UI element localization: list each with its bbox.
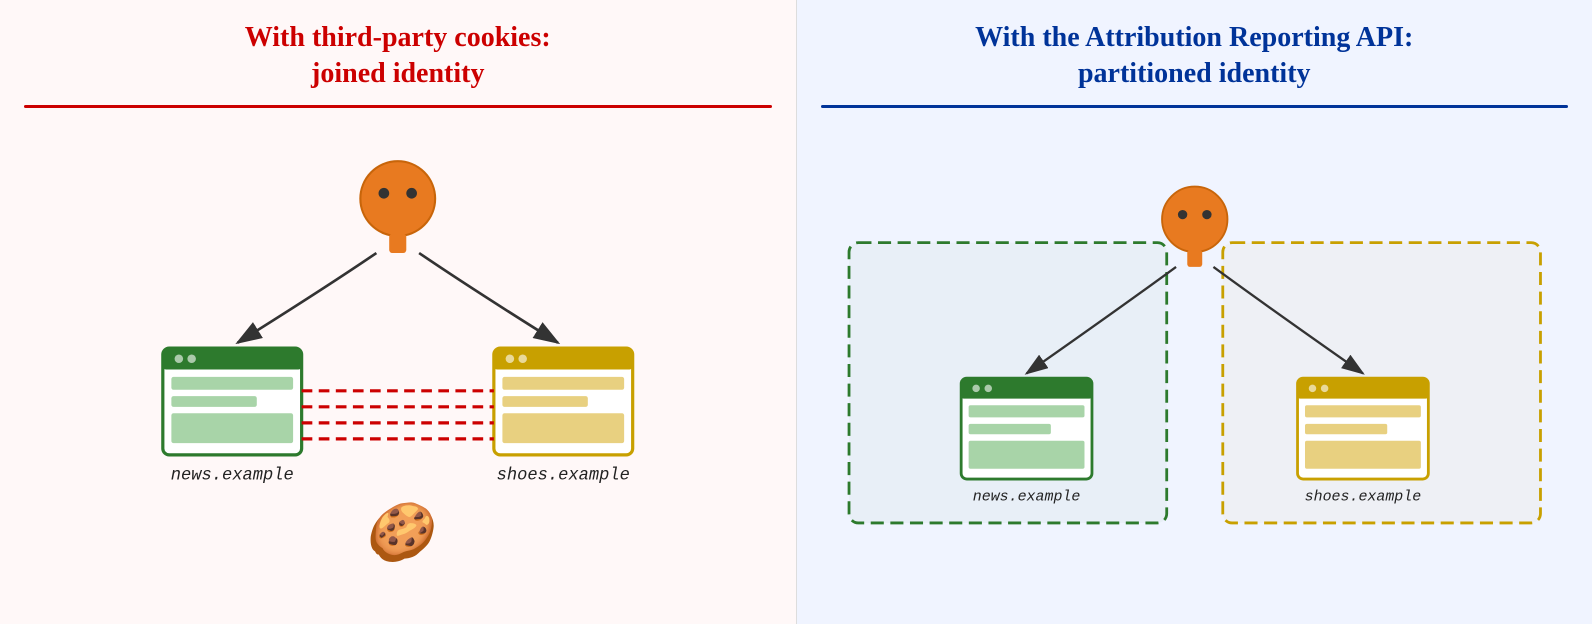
right-title-line1: With the Attribution Reporting API: — [821, 20, 1569, 56]
left-diagram-svg: news.example shoes.example 🍪 — [24, 124, 772, 604]
svg-text:news.example: news.example — [972, 489, 1080, 505]
right-diagram-area: news.example shoes.example — [821, 124, 1569, 604]
left-diagram-area: news.example shoes.example 🍪 — [24, 124, 772, 604]
right-title: With the Attribution Reporting API: part… — [821, 20, 1569, 93]
svg-text:shoes.example: shoes.example — [1304, 489, 1421, 505]
right-divider — [821, 105, 1569, 108]
svg-text:🍪: 🍪 — [363, 500, 442, 568]
left-title: With third-party cookies: joined identit… — [24, 20, 772, 93]
left-title-line1: With third-party cookies: — [24, 20, 772, 56]
svg-text:shoes.example: shoes.example — [497, 466, 630, 485]
right-diagram-svg: news.example shoes.example — [821, 124, 1569, 604]
svg-text:news.example: news.example — [171, 466, 294, 485]
right-title-line2: partitioned identity — [821, 56, 1569, 92]
left-divider — [24, 105, 772, 108]
left-title-line2: joined identity — [24, 56, 772, 92]
right-panel: With the Attribution Reporting API: part… — [797, 0, 1592, 624]
left-panel: With third-party cookies: joined identit… — [0, 0, 797, 624]
